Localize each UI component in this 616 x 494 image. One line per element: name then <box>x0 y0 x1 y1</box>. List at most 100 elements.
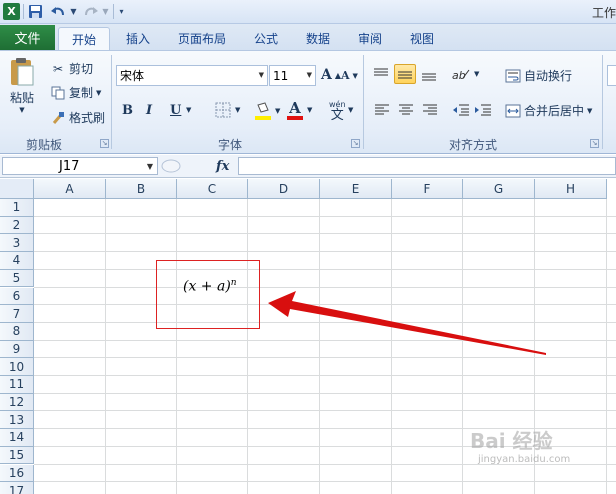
redo-icon[interactable] <box>82 3 100 20</box>
row-header-12[interactable]: 12 <box>0 393 34 412</box>
shrink-font-button[interactable]: A ▼ <box>341 69 358 82</box>
fill-color-button[interactable]: ▼ <box>254 101 280 121</box>
underline-button[interactable]: U <box>170 103 181 118</box>
row-header-11[interactable]: 11 <box>0 376 34 394</box>
row-header-8[interactable]: 8 <box>0 322 34 341</box>
name-box[interactable]: J17 ▼ <box>2 157 158 175</box>
grid-hline <box>34 233 616 235</box>
row-header-14[interactable]: 14 <box>0 429 34 447</box>
orientation-button[interactable]: ab ▼ <box>451 66 479 82</box>
align-center-button[interactable] <box>398 103 414 117</box>
formula-input[interactable] <box>238 157 616 175</box>
tab-formulas[interactable]: 公式 <box>246 27 286 50</box>
row-header-3[interactable]: 3 <box>0 234 34 253</box>
tab-view[interactable]: 视图 <box>402 27 442 50</box>
row-header-4[interactable]: 4 <box>0 252 34 270</box>
chevron-down-icon[interactable]: ▼ <box>307 106 312 114</box>
tab-page-layout[interactable]: 页面布局 <box>170 27 234 50</box>
column-header-f[interactable]: F <box>392 179 463 199</box>
svg-text:ab: ab <box>452 69 466 82</box>
alignment-launcher-icon[interactable]: ↘ <box>590 139 599 148</box>
watermark-url: jingyan.baidu.com <box>478 454 571 465</box>
cut-button[interactable]: ✂ 剪切 <box>50 60 93 77</box>
qat-separator <box>113 4 114 19</box>
column-header-h[interactable]: H <box>535 179 607 199</box>
phonetic-button[interactable]: wén 文 <box>329 101 346 123</box>
row-header-2[interactable]: 2 <box>0 216 34 235</box>
merge-center-button[interactable]: 合并后居中 ▼ <box>505 102 592 119</box>
equation-object[interactable]: (x + a)n <box>183 278 237 295</box>
chevron-down-icon[interactable]: ▼ <box>348 106 353 114</box>
font-name-select[interactable]: 宋体 ▼ <box>116 65 268 86</box>
customize-qat-icon[interactable]: ▾ <box>117 3 126 20</box>
decrease-indent-button[interactable] <box>452 103 470 117</box>
font-color-button[interactable]: A <box>287 101 303 120</box>
insert-function-button[interactable]: fx <box>216 159 229 174</box>
tab-home[interactable]: 开始 <box>58 27 110 50</box>
row-header-15[interactable]: 15 <box>0 446 34 465</box>
redo-dropdown-icon[interactable]: ▼ <box>101 3 110 20</box>
align-top-button[interactable] <box>372 66 390 82</box>
select-all-corner[interactable] <box>0 179 34 199</box>
equation-base: (x + a) <box>183 278 231 295</box>
number-format-select[interactable] <box>607 65 616 86</box>
grid-hline <box>34 215 616 217</box>
row-header-16[interactable]: 16 <box>0 464 34 483</box>
column-header-a[interactable]: A <box>34 179 106 199</box>
font-size-select[interactable]: 11 ▼ <box>269 65 316 86</box>
excel-logo-icon[interactable]: X <box>3 3 20 20</box>
window-title: 工作 <box>591 6 616 20</box>
grid-hline <box>34 410 616 412</box>
clipboard-launcher-icon[interactable]: ↘ <box>100 139 109 148</box>
group-separator <box>602 55 603 149</box>
row-header-6[interactable]: 6 <box>0 287 34 306</box>
row-header-5[interactable]: 5 <box>0 269 34 288</box>
format-painter-button[interactable]: 格式刷 <box>50 109 105 126</box>
column-header-c[interactable]: C <box>177 179 248 199</box>
tab-review[interactable]: 审阅 <box>350 27 390 50</box>
paste-button[interactable]: 粘贴 ▼ <box>8 57 36 114</box>
align-right-button[interactable] <box>422 103 438 117</box>
tab-file[interactable]: 文件 <box>0 25 55 50</box>
grid-hline <box>34 268 616 270</box>
increase-indent-button[interactable] <box>474 103 492 117</box>
row-header-1[interactable]: 1 <box>0 199 34 217</box>
watermark-logo: Bai 经验 <box>470 429 553 453</box>
chevron-down-icon: ▼ <box>146 162 153 171</box>
phonetic-icon: 文 <box>330 108 344 123</box>
borders-button[interactable]: ▼ <box>214 101 240 119</box>
align-middle-button[interactable] <box>394 64 416 84</box>
copy-button[interactable]: 复制 ▼ <box>50 84 101 101</box>
merge-cells-icon <box>505 104 521 117</box>
grid-hline <box>34 304 616 306</box>
row-header-10[interactable]: 10 <box>0 358 34 376</box>
column-header-g[interactable]: G <box>463 179 535 199</box>
undo-icon[interactable] <box>49 3 67 20</box>
grow-font-button[interactable]: A ▲ <box>321 67 341 83</box>
italic-button[interactable]: I <box>146 103 152 118</box>
row-header-17[interactable]: 17 <box>0 482 34 494</box>
save-icon[interactable] <box>27 3 43 20</box>
column-header-e[interactable]: E <box>320 179 392 199</box>
align-left-icon <box>375 104 389 115</box>
font-launcher-icon[interactable]: ↘ <box>351 139 360 148</box>
font-name-value: 宋体 <box>120 69 145 83</box>
column-header-d[interactable]: D <box>248 179 320 199</box>
undo-dropdown-icon[interactable]: ▼ <box>69 3 78 20</box>
align-left-button[interactable] <box>374 103 390 117</box>
bold-button[interactable]: B <box>122 103 133 118</box>
grid-hline <box>34 357 616 359</box>
grid-vline <box>606 199 607 494</box>
column-header-b[interactable]: B <box>106 179 177 199</box>
wrap-text-button[interactable]: 自动换行 <box>505 67 572 84</box>
chevron-down-icon: ▼ <box>258 71 264 79</box>
align-bottom-button[interactable] <box>420 66 438 82</box>
underline-dropdown-icon[interactable]: ▼ <box>186 106 191 114</box>
row-header-9[interactable]: 9 <box>0 340 34 359</box>
row-header-13[interactable]: 13 <box>0 411 34 430</box>
tab-data[interactable]: 数据 <box>298 27 338 50</box>
grid-hline <box>34 481 616 483</box>
tab-insert[interactable]: 插入 <box>118 27 158 50</box>
scissors-icon: ✂ <box>52 61 64 76</box>
row-header-7[interactable]: 7 <box>0 305 34 323</box>
